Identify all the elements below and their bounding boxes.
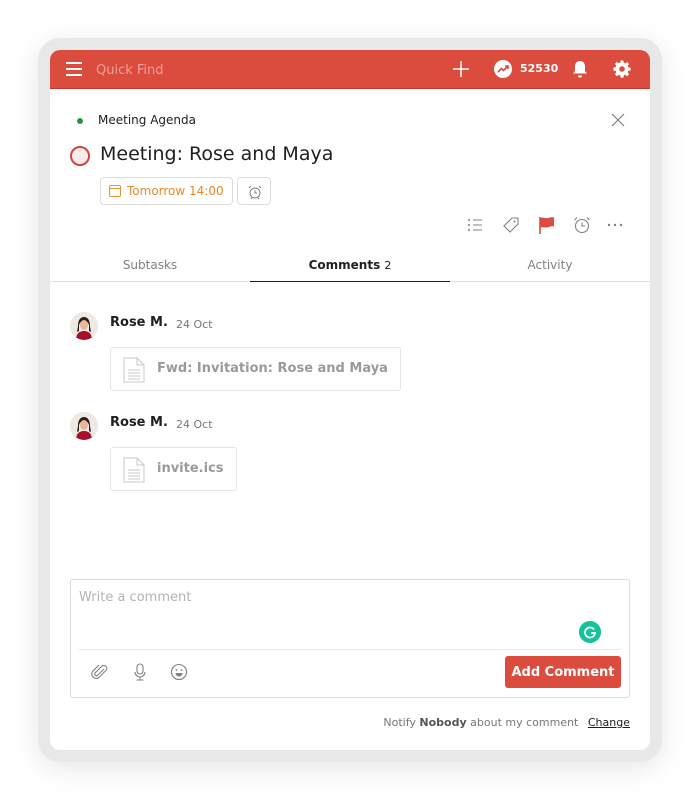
grammarly-icon[interactable]: [579, 621, 601, 643]
notify-suffix: about my comment: [470, 716, 579, 729]
tab-activity[interactable]: Activity: [450, 250, 650, 282]
calendar-icon: [109, 185, 121, 197]
reminder-button[interactable]: [237, 177, 271, 205]
tab-subtasks-label: Subtasks: [122, 258, 178, 272]
project-name[interactable]: Meeting Agenda: [98, 113, 196, 127]
comment-date: 24 Oct: [176, 318, 213, 331]
notify-recipients: Nobody: [419, 716, 467, 729]
task-title[interactable]: Meeting: Rose and Maya: [100, 143, 333, 165]
top-bar: 52530: [50, 50, 650, 89]
attachment-file[interactable]: invite.ics: [110, 447, 237, 491]
comment-input[interactable]: [79, 590, 569, 640]
notify-prefix: Notify: [383, 716, 416, 729]
task-detail-panel: 52530 Meeting Agenda Meeting: Rose and M…: [50, 50, 650, 750]
tab-comments-label: Comments: [308, 258, 381, 272]
tab-activity-label: Activity: [527, 258, 573, 272]
emoji-icon[interactable]: [169, 662, 189, 682]
plus-icon[interactable]: [451, 59, 471, 79]
attachment-icon[interactable]: [90, 662, 110, 682]
tab-subtasks[interactable]: Subtasks: [50, 250, 250, 282]
composer-divider: [79, 649, 621, 650]
karma-value: 52530: [520, 62, 559, 75]
comment-author: Rose M.: [110, 315, 168, 330]
document-icon: [123, 357, 145, 383]
tab-bar: Subtasks Comments 2 Activity: [50, 250, 650, 282]
avatar: [70, 412, 98, 440]
tab-comments[interactable]: Comments 2: [250, 250, 450, 282]
more-icon[interactable]: [605, 215, 625, 235]
bell-icon[interactable]: [570, 59, 590, 79]
priority-flag-icon[interactable]: [537, 215, 557, 235]
add-comment-button[interactable]: Add Comment: [505, 656, 621, 688]
menu-icon[interactable]: [66, 62, 82, 76]
gear-icon[interactable]: [612, 59, 632, 79]
karma-icon[interactable]: [493, 59, 513, 79]
document-icon: [123, 457, 145, 483]
comment-author: Rose M.: [110, 415, 168, 430]
due-date-label: Tomorrow 14:00: [127, 184, 224, 198]
due-date-button[interactable]: Tomorrow 14:00: [100, 177, 233, 205]
alarm-clock-icon: [248, 185, 262, 200]
attachment-file[interactable]: Fwd: Invitation: Rose and Maya: [110, 347, 401, 391]
comment-item: Rose M. 24 Oct Fwd: Invitation: Rose and…: [70, 312, 630, 402]
avatar: [70, 312, 98, 340]
quick-find-input[interactable]: [96, 61, 396, 79]
reminder-alarm-icon[interactable]: [572, 215, 592, 235]
comment-date: 24 Oct: [176, 418, 213, 431]
close-icon[interactable]: [610, 112, 626, 128]
label-icon[interactable]: [501, 215, 521, 235]
attachment-name: invite.ics: [157, 461, 224, 476]
comment-composer: Add Comment: [70, 579, 630, 698]
subtasks-list-icon[interactable]: [465, 215, 485, 235]
notify-line: Notify Nobody about my comment Change: [383, 716, 630, 729]
microphone-icon[interactable]: [130, 662, 150, 682]
task-complete-checkbox[interactable]: [70, 146, 90, 166]
attachment-name: Fwd: Invitation: Rose and Maya: [157, 361, 388, 376]
project-color-dot: [77, 118, 83, 124]
change-notify-link[interactable]: Change: [588, 716, 630, 729]
comments-count: 2: [384, 259, 392, 272]
comment-item: Rose M. 24 Oct invite.ics: [70, 412, 630, 502]
